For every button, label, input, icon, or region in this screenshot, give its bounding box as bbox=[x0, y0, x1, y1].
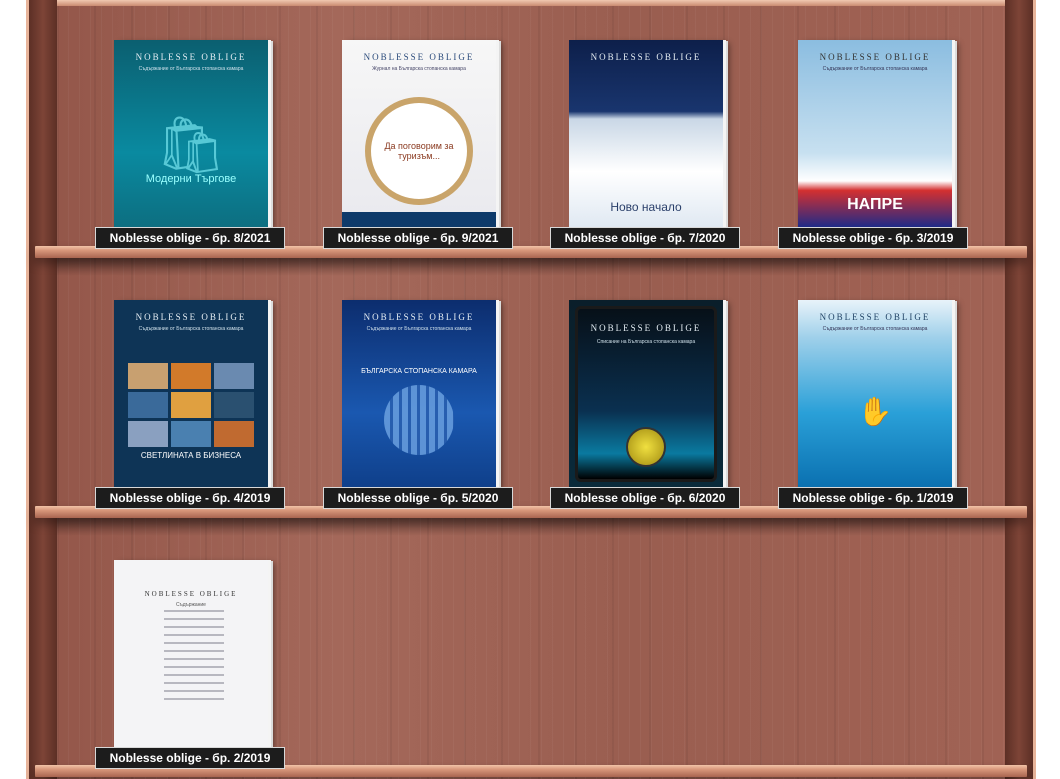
cover-headline: БЪЛГАРСКА СТОПАНСКА КАМАРА bbox=[361, 367, 477, 375]
power-knob-icon bbox=[626, 427, 666, 467]
cover-subtitle: Съдържание bbox=[176, 602, 206, 608]
cover-subtitle: Съдържание от Българска стопанска камара bbox=[138, 66, 244, 72]
cover-headline: НАПРЕ bbox=[847, 196, 903, 213]
book-cover[interactable]: NOBLESSE OBLIGE Журнал на Българска стоп… bbox=[342, 40, 496, 228]
book-title-label[interactable]: Noblesse oblige - бр. 7/2020 bbox=[550, 227, 740, 249]
cover-bottom-strip bbox=[342, 212, 496, 228]
book-cover[interactable]: NOBLESSE OBLIGE Съдържание от Българска … bbox=[342, 300, 496, 488]
cover-subtitle: Списание на Българска стопанска камара bbox=[596, 339, 696, 345]
book-cover[interactable]: NOBLESSE OBLIGE Съдържание от Българска … bbox=[114, 300, 268, 488]
photo-grid-icon: СВЕТЛИНАТА В БИЗНЕСА bbox=[124, 348, 258, 474]
book-cover[interactable]: NOBLESSE OBLIGE Съдържание от Българска … bbox=[798, 40, 952, 228]
book-title-label[interactable]: Noblesse oblige - бр. 4/2019 bbox=[95, 487, 285, 509]
contents-page-icon bbox=[164, 610, 224, 706]
book-title-label[interactable]: Noblesse oblige - бр. 8/2021 bbox=[95, 227, 285, 249]
book-title-label[interactable]: Noblesse oblige - бр. 9/2021 bbox=[323, 227, 513, 249]
shopping-bags-icon: 🛍 Модерни Търгове bbox=[145, 113, 237, 186]
book-cover[interactable]: NOBLESSE OBLIGE Съдържание от Българска … bbox=[798, 300, 952, 488]
bookshelf-right-side bbox=[1005, 0, 1033, 779]
book-title-label[interactable]: Noblesse oblige - бр. 3/2019 bbox=[778, 227, 968, 249]
tablet-power-icon: NOBLESSE OBLIGE Списание на Българска ст… bbox=[575, 306, 717, 482]
book-cover[interactable]: NOBLESSE OBLIGE Списание на Българска ст… bbox=[569, 300, 723, 488]
cover-headline: Ново начало bbox=[610, 200, 682, 214]
pixel-sphere-icon: БЪЛГАРСКА СТОПАНСКА КАМАРА bbox=[352, 348, 486, 474]
cover-brand: NOBLESSE OBLIGE bbox=[819, 52, 931, 62]
cover-brand: NOBLESSE OBLIGE bbox=[590, 52, 702, 62]
hand-sparkler-icon: ✋ bbox=[857, 395, 893, 427]
globe-landmarks-icon: Да поговорим за туризъм... bbox=[352, 88, 486, 214]
cover-brand: NOBLESSE OBLIGE bbox=[135, 52, 247, 62]
book-title-label[interactable]: Noblesse oblige - бр. 5/2020 bbox=[323, 487, 513, 509]
cover-subtitle: Журнал на Българска стопанска камара bbox=[372, 66, 466, 72]
shelf-shadow-2 bbox=[57, 518, 1005, 536]
cover-brand: NOBLESSE OBLIGE bbox=[590, 323, 702, 333]
cover-brand: NOBLESSE OBLIGE bbox=[819, 312, 931, 322]
cover-subtitle: Съдържание от Българска стопанска камара bbox=[822, 326, 928, 332]
book-title-label[interactable]: Noblesse oblige - бр. 1/2019 bbox=[778, 487, 968, 509]
ladder-boy-icon: НАПРЕ bbox=[808, 88, 942, 214]
cover-brand: NOBLESSE OBLIGE bbox=[363, 312, 475, 322]
mountain-icon: Ново начало bbox=[579, 88, 713, 214]
cover-brand: NOBLESSE OBLIGE bbox=[144, 590, 238, 598]
bookshelf-left-side bbox=[29, 0, 57, 779]
cover-headline: Модерни Търгове bbox=[145, 173, 237, 185]
book-cover[interactable]: NOBLESSE OBLIGE Ново начало bbox=[569, 40, 723, 228]
cover-headline: СВЕТЛИНАТА В БИЗНЕСА bbox=[140, 450, 242, 460]
book-cover[interactable]: NOBLESSE OBLIGE Съдържание от Българска … bbox=[114, 40, 268, 228]
book-cover[interactable]: NOBLESSE OBLIGE Съдържание bbox=[114, 560, 268, 748]
cover-subtitle: Съдържание от Българска стопанска камара bbox=[822, 66, 928, 72]
book-title-label[interactable]: Noblesse oblige - бр. 2/2019 bbox=[95, 747, 285, 769]
cover-headline: Да поговорим за туризъм... bbox=[365, 97, 473, 205]
cover-brand: NOBLESSE OBLIGE bbox=[363, 52, 475, 62]
book-title-label[interactable]: Noblesse oblige - бр. 6/2020 bbox=[550, 487, 740, 509]
shelf-shadow-1 bbox=[57, 258, 1005, 276]
cover-subtitle: Съдържание от Българска стопанска камара bbox=[138, 326, 244, 332]
cover-brand: NOBLESSE OBLIGE bbox=[135, 312, 247, 322]
cover-subtitle: Съдържание от Българска стопанска камара bbox=[366, 326, 472, 332]
